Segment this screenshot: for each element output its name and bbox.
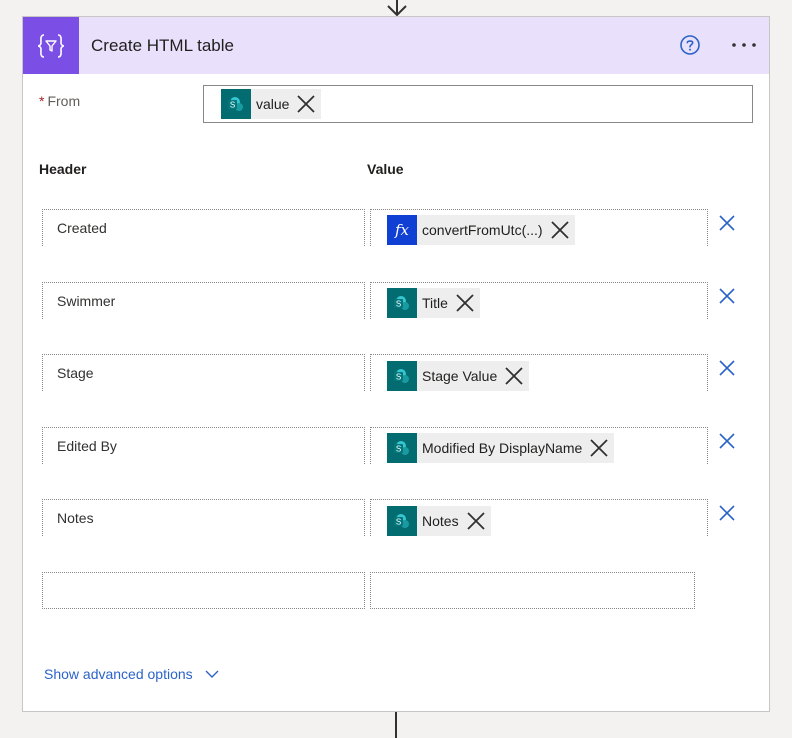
- value-field[interactable]: S Notes: [370, 499, 708, 536]
- token-label: convertFromUtc(...): [422, 222, 543, 238]
- header-field-text: Swimmer: [57, 293, 116, 309]
- svg-text:S: S: [396, 518, 401, 527]
- header-column-label: Header: [39, 161, 87, 177]
- header-field[interactable]: Stage: [42, 354, 365, 391]
- chevron-down-icon: [205, 670, 219, 678]
- token-value[interactable]: S Stage Value: [387, 361, 530, 391]
- token-value[interactable]: S value: [221, 89, 322, 119]
- svg-text:S: S: [230, 101, 235, 110]
- new-value-field[interactable]: [370, 572, 695, 609]
- filter-braces-icon: [23, 17, 79, 74]
- remove-token-icon[interactable]: [454, 292, 476, 314]
- token-label: value: [256, 96, 290, 112]
- remove-row-icon[interactable]: [717, 286, 737, 306]
- from-label: * From: [39, 93, 81, 109]
- header-field-text: Created: [57, 220, 107, 236]
- sharepoint-icon: S: [221, 89, 251, 119]
- header-field[interactable]: Notes: [42, 499, 365, 536]
- sharepoint-icon: S: [387, 433, 417, 463]
- token-value[interactable]: S Modified By DisplayName: [387, 433, 615, 463]
- remove-token-icon[interactable]: [549, 219, 571, 241]
- value-column-label: Value: [367, 161, 404, 177]
- more-options-icon[interactable]: [729, 34, 759, 56]
- fx-icon: fx: [387, 215, 417, 245]
- svg-text:S: S: [396, 445, 401, 454]
- header-field[interactable]: Created: [42, 209, 365, 246]
- help-icon[interactable]: [679, 34, 701, 56]
- value-field[interactable]: S Modified By DisplayName: [370, 427, 708, 464]
- token-label: Stage Value: [422, 368, 498, 384]
- sharepoint-icon: S: [387, 361, 417, 391]
- remove-token-icon[interactable]: [503, 365, 525, 387]
- remove-row-icon[interactable]: [717, 358, 737, 378]
- token-label: Modified By DisplayName: [422, 440, 583, 456]
- header-field[interactable]: Edited By: [42, 427, 365, 464]
- value-field[interactable]: fx convertFromUtc(...): [370, 209, 708, 246]
- card-header[interactable]: Create HTML table: [23, 17, 769, 74]
- svg-text:S: S: [396, 300, 401, 309]
- svg-text:S: S: [396, 373, 401, 382]
- value-field[interactable]: S Title: [370, 282, 708, 319]
- remove-row-icon[interactable]: [717, 431, 737, 451]
- sharepoint-icon: S: [387, 506, 417, 536]
- connector-line: [395, 712, 397, 738]
- token-value[interactable]: S Title: [387, 288, 480, 318]
- new-header-field[interactable]: [42, 572, 365, 609]
- sharepoint-icon: S: [387, 288, 417, 318]
- remove-row-icon[interactable]: [717, 213, 737, 233]
- token-value[interactable]: fx convertFromUtc(...): [387, 215, 575, 245]
- from-input[interactable]: S value: [203, 85, 753, 123]
- value-field[interactable]: S Stage Value: [370, 354, 708, 391]
- remove-token-icon[interactable]: [465, 510, 487, 532]
- token-value[interactable]: S Notes: [387, 506, 491, 536]
- remove-token-icon[interactable]: [588, 437, 610, 459]
- token-label: Title: [422, 295, 448, 311]
- advanced-options-label: Show advanced options: [44, 666, 193, 682]
- remove-row-icon[interactable]: [717, 503, 737, 523]
- token-label: Notes: [422, 513, 459, 529]
- action-card: Create HTML table * From S value Header V…: [22, 16, 770, 712]
- card-title: Create HTML table: [91, 36, 234, 55]
- header-field-text: Notes: [57, 510, 94, 526]
- header-field-text: Edited By: [57, 438, 117, 454]
- header-field-text: Stage: [57, 365, 94, 381]
- show-advanced-options-link[interactable]: Show advanced options: [44, 666, 219, 682]
- header-field[interactable]: Swimmer: [42, 282, 365, 319]
- remove-token-icon[interactable]: [295, 93, 317, 115]
